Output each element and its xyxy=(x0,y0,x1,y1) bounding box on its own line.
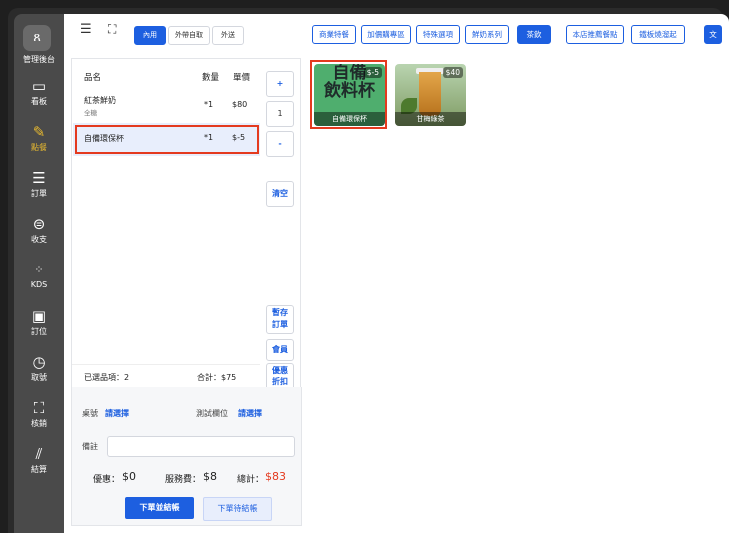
language-button[interactable]: 文 xyxy=(704,25,722,44)
topbar: ☰ ⛶ 內用 外帶自取 外送 商業特餐 加價購專區 特殊選項 鮮奶系列 茶飲 本… xyxy=(64,14,729,52)
note-input[interactable] xyxy=(107,436,295,457)
clipboard-icon: ☰ xyxy=(32,169,46,187)
increase-button[interactable]: + xyxy=(266,71,294,97)
member-button[interactable]: 會員 xyxy=(266,339,294,361)
discount-button[interactable]: 優惠 折扣 xyxy=(266,363,294,390)
sidebar-item-income[interactable]: ⊜ 收支 xyxy=(14,215,64,245)
collapse-menu-icon[interactable]: ☰ xyxy=(80,22,92,37)
admin-logo-icon[interactable]: ጸ xyxy=(23,25,51,51)
note-label: 備註 xyxy=(82,442,98,451)
admin-label: 管理後台 xyxy=(23,55,55,64)
grid-dots-icon: ⁘ xyxy=(34,263,44,276)
selection-highlight xyxy=(75,125,259,154)
header-name: 品名 xyxy=(84,73,102,83)
service-fee-label: 服務費： xyxy=(165,475,202,485)
discount-label: 優惠： xyxy=(93,475,121,485)
category-tab[interactable]: 鐵板燒溜起 xyxy=(631,25,685,44)
mode-delivery[interactable]: 外送 xyxy=(212,26,244,45)
sidebar-item-redeem[interactable]: ⛶ 核銷 xyxy=(14,399,64,429)
mode-dine-in[interactable]: 內用 xyxy=(134,26,166,45)
clear-button[interactable]: 清空 xyxy=(266,181,294,207)
subtotal: 合計：$75 xyxy=(197,373,237,382)
header-price: 單價 xyxy=(233,73,251,83)
selected-count: 已選品項：2 xyxy=(84,373,130,382)
test-field-label: 測試欄位 xyxy=(196,409,228,418)
sidebar-item-kds[interactable]: ⁘ KDS xyxy=(14,261,64,289)
calendar-icon: ▣ xyxy=(31,307,47,325)
service-fee-value: $8 xyxy=(203,470,217,483)
category-tab[interactable]: 商業特餐 xyxy=(312,25,356,44)
order-footer: 已選品項：2 合計：$75 xyxy=(72,364,261,389)
category-tab[interactable]: 加價購專區 xyxy=(361,25,411,44)
sidebar-item-orders[interactable]: ☰ 訂單 xyxy=(14,169,64,199)
category-tab[interactable]: 特殊選項 xyxy=(416,25,460,44)
pencil-icon: ✎ xyxy=(32,123,46,141)
checkout-button[interactable]: 下單並結帳 xyxy=(125,497,194,519)
sidebar-item-order[interactable]: ✎ 點餐 xyxy=(14,123,64,153)
test-field-select[interactable]: 請選擇 xyxy=(238,408,262,419)
total-label: 總計： xyxy=(237,475,265,485)
sidebar-item-reservation[interactable]: ▣ 訂位 xyxy=(14,307,64,337)
item-price: $80 xyxy=(232,100,248,109)
quantity-controls: + 1 - 清空 暫存 訂單 會員 優惠 折扣 xyxy=(260,58,301,390)
sidebar-item-queue[interactable]: ◷ 取號 xyxy=(14,353,64,383)
sidebar-item-dashboard[interactable]: ▭ 看板 xyxy=(14,77,64,107)
decrease-button[interactable]: - xyxy=(266,131,294,157)
total-value: $83 xyxy=(265,470,286,483)
product-highlight xyxy=(310,60,387,129)
product-price: $40 xyxy=(442,67,463,78)
monitor-icon: ▭ xyxy=(31,77,47,95)
category-tab[interactable]: 鮮奶系列 xyxy=(465,25,509,44)
mode-takeout[interactable]: 外帶自取 xyxy=(168,26,210,45)
table-label: 桌號 xyxy=(82,409,98,418)
product-card[interactable]: $40 甘梅綠茶 xyxy=(395,64,466,126)
fullscreen-icon[interactable]: ⛶ xyxy=(108,22,116,37)
product-name: 甘梅綠茶 xyxy=(395,112,466,126)
sidebar: ጸ 管理後台 ▭ 看板 ✎ 點餐 ☰ 訂單 ⊜ 收支 ⁘ KDS ▣ 訂位 ◷ … xyxy=(14,14,64,533)
item-option: 全糖 xyxy=(84,109,97,117)
category-tab-active[interactable]: 茶飲 xyxy=(517,25,551,44)
discount-value: $0 xyxy=(122,470,136,483)
checkout-area: 桌號 請選擇 測試欄位 請選擇 備註 優惠： $0 服務費： $8 總計： $8… xyxy=(71,387,302,526)
sidebar-item-settlement[interactable]: ⫽ 結算 xyxy=(14,445,64,475)
order-list: 品名 數量 單價 紅茶鮮奶 全糖 *1 $80 自備環保杯 *1 $-5 已選品… xyxy=(71,58,262,389)
hold-order-button[interactable]: 暫存 訂單 xyxy=(266,305,294,334)
category-tab[interactable]: 本店推薦餐點 xyxy=(566,25,624,44)
coin-icon: ⊜ xyxy=(32,215,46,233)
header-qty: 數量 xyxy=(202,73,220,83)
scan-icon: ⛶ xyxy=(33,399,45,417)
clock-icon: ◷ xyxy=(32,353,46,371)
chart-icon: ⫽ xyxy=(35,445,43,463)
quantity-display: 1 xyxy=(266,101,294,127)
pending-checkout-button[interactable]: 下單待結帳 xyxy=(203,497,272,521)
table-select[interactable]: 請選擇 xyxy=(105,408,129,419)
item-name: 紅茶鮮奶 xyxy=(84,96,116,105)
item-qty: *1 xyxy=(204,100,214,109)
main-content: ☰ ⛶ 內用 外帶自取 外送 商業特餐 加價購專區 特殊選項 鮮奶系列 茶飲 本… xyxy=(64,14,729,533)
